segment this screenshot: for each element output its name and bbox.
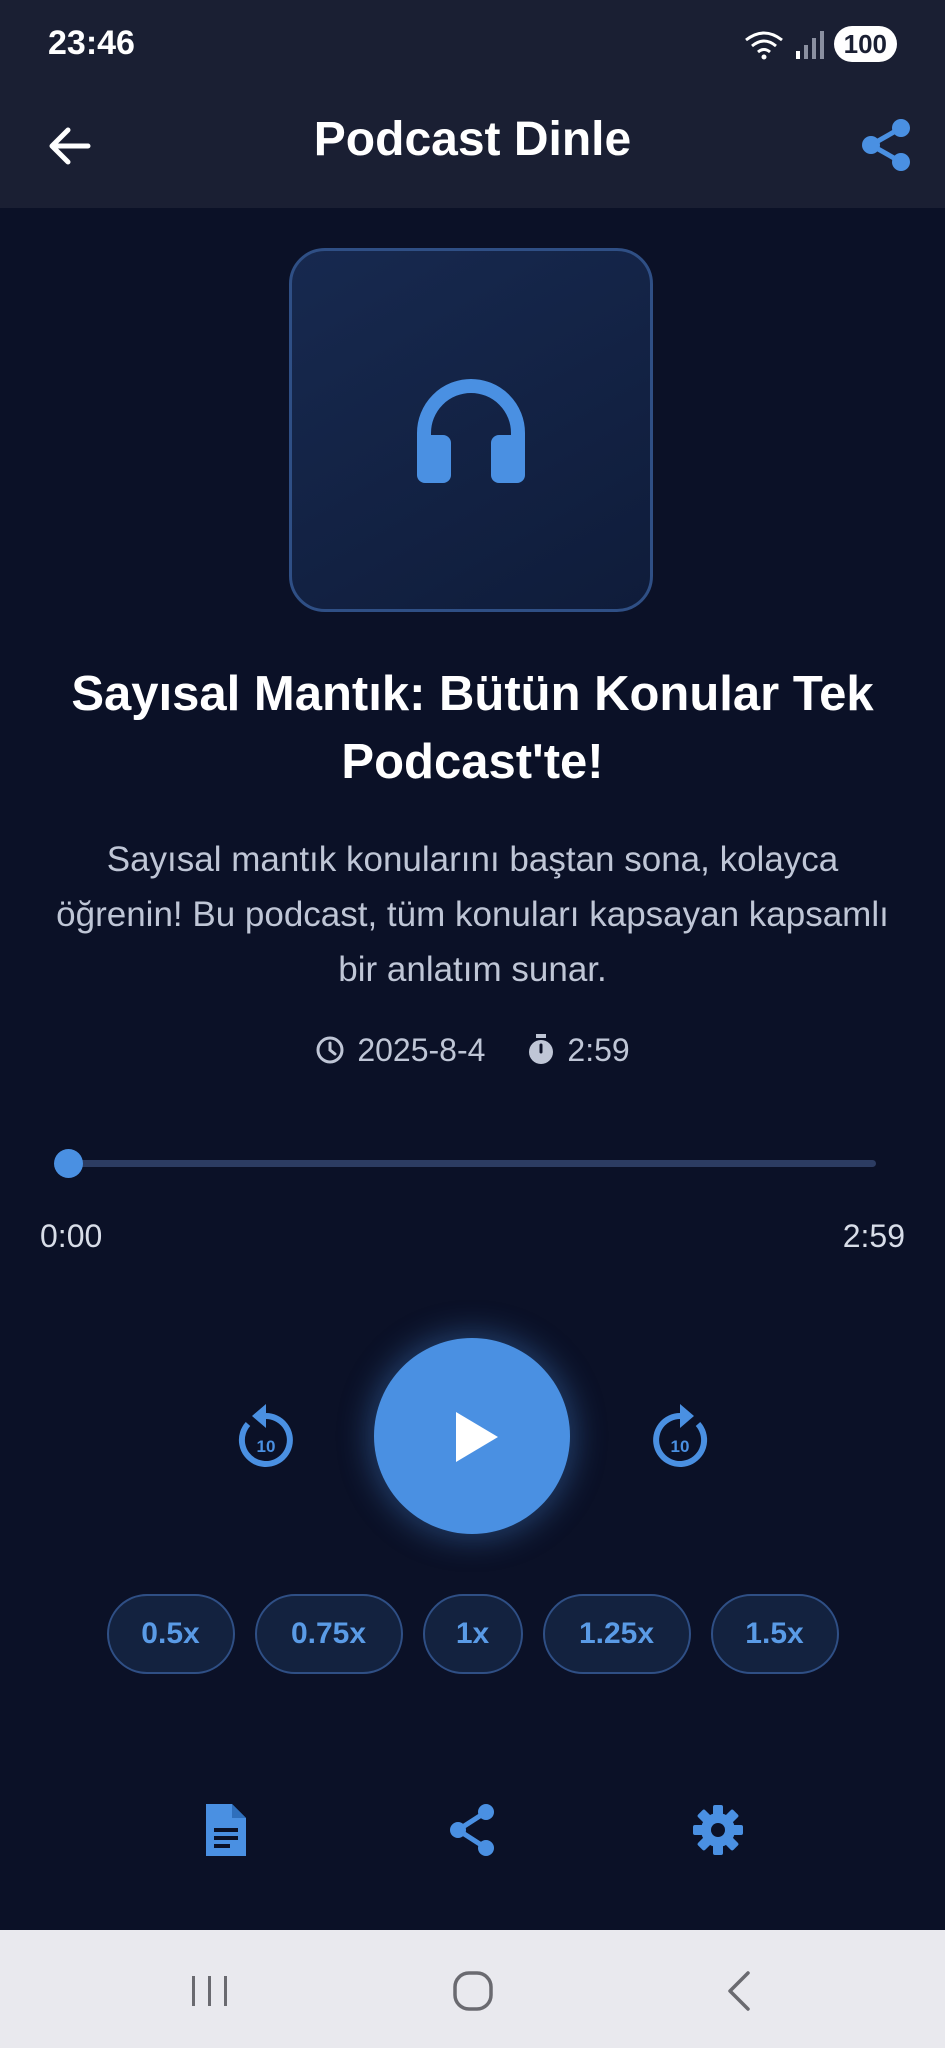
rewind-label: 10 <box>257 1437 276 1456</box>
speed-chip-1.5x[interactable]: 1.5x <box>710 1594 839 1674</box>
share-icon <box>450 1804 494 1856</box>
play-button[interactable] <box>374 1338 570 1534</box>
headphones-icon <box>417 379 525 483</box>
share-icon <box>862 119 910 171</box>
speed-selector: 0.5x 0.75x 1x 1.25x 1.5x <box>0 1594 945 1676</box>
speed-chip-0.75x[interactable]: 0.75x <box>254 1594 403 1674</box>
page-title: Podcast Dinle <box>313 113 632 166</box>
system-nav-bar <box>0 1930 945 2048</box>
rewind-10-button[interactable]: 10 <box>234 1400 298 1470</box>
forward-10-button[interactable]: 10 <box>648 1400 712 1470</box>
date-meta: 2025-8-4 <box>315 1032 485 1069</box>
signal-icon <box>795 31 824 59</box>
current-time: 0:00 <box>40 1218 103 1254</box>
app-bar: Podcast Dinle <box>0 90 945 208</box>
system-back-button[interactable] <box>710 1968 770 2014</box>
speed-chip-1.25x[interactable]: 1.25x <box>542 1594 691 1674</box>
bottom-actions <box>0 1800 945 1860</box>
duration-meta: 2:59 <box>527 1031 630 1069</box>
progress-thumb[interactable] <box>54 1149 83 1178</box>
home-button[interactable] <box>443 1968 503 2014</box>
podcast-description: Sayısal mantık konularını baştan sona, k… <box>56 840 889 989</box>
forward-label: 10 <box>671 1437 690 1456</box>
timer-icon <box>529 1034 554 1064</box>
chevron-left-icon <box>728 1971 750 2011</box>
podcast-cover <box>289 248 653 612</box>
status-bar: 23:46 100 <box>0 0 945 90</box>
transcript-button[interactable] <box>198 1800 254 1860</box>
share-button-bottom[interactable] <box>444 1800 500 1860</box>
speed-chip-0.5x[interactable]: 0.5x <box>106 1594 235 1674</box>
rewind-10-icon: 10 <box>238 1404 293 1467</box>
podcast-meta: 2025-8-4 2:59 <box>0 1028 945 1072</box>
podcast-duration: 2:59 <box>567 1031 630 1068</box>
wifi-icon <box>744 31 783 60</box>
total-time: 2:59 <box>842 1218 905 1254</box>
home-icon <box>453 1971 493 2011</box>
progress-slider[interactable] <box>54 1149 876 1178</box>
battery-indicator: 100 <box>833 26 897 62</box>
recent-apps-button[interactable] <box>180 1968 240 2014</box>
play-icon <box>456 1412 498 1462</box>
document-icon <box>206 1804 246 1856</box>
speed-chip-1x[interactable]: 1x <box>422 1594 523 1674</box>
status-icons: 100 <box>742 26 897 62</box>
settings-button[interactable] <box>690 1800 746 1860</box>
status-time: 23:46 <box>48 24 135 62</box>
gear-icon <box>693 1805 743 1855</box>
podcast-date: 2025-8-4 <box>357 1031 486 1068</box>
podcast-title: Sayısal Mantık: Bütün Konular Tek Podcas… <box>71 667 874 789</box>
share-button-top[interactable] <box>855 114 917 176</box>
clock-icon <box>316 1036 344 1064</box>
forward-10-icon: 10 <box>653 1404 708 1467</box>
recent-apps-icon <box>192 1976 227 2006</box>
